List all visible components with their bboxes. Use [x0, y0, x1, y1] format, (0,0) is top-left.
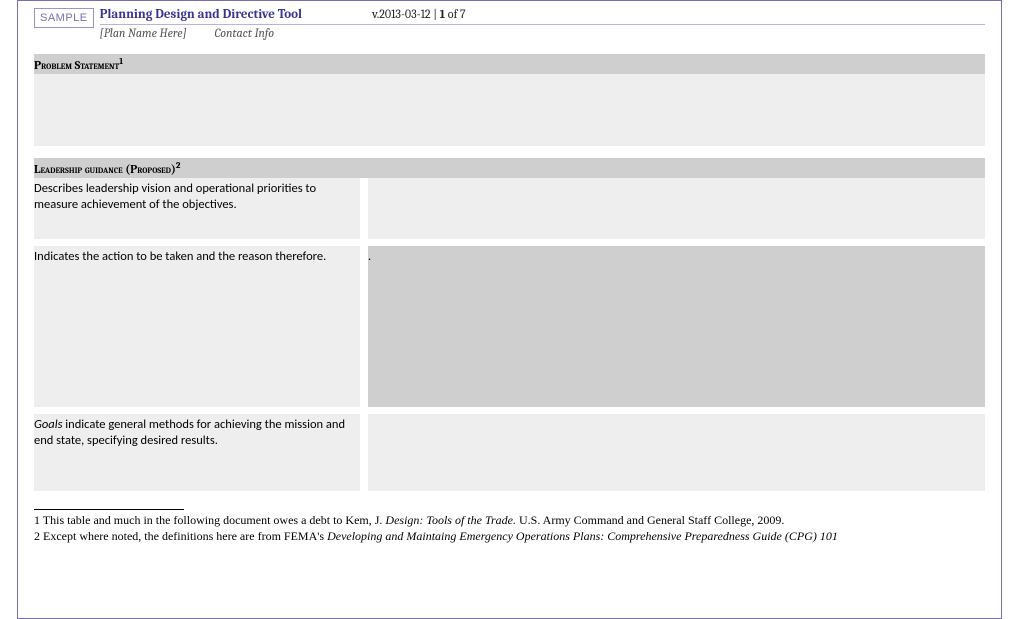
- page-of: of: [445, 7, 460, 21]
- sample-badge: SAMPLE: [34, 8, 94, 28]
- plan-name-placeholder: [Plan Name Here]: [100, 26, 187, 40]
- sep: |: [431, 7, 440, 21]
- contact-info-placeholder: Contact Info: [215, 26, 275, 40]
- page-total: 7: [460, 7, 466, 21]
- problem-statement-section: Problem Statement1: [34, 54, 985, 146]
- goals-rest: indicate general methods for achieving t…: [34, 417, 345, 448]
- lg-row1-left: Describes leadership vision and operatio…: [34, 178, 360, 239]
- spacer: [34, 491, 985, 507]
- page-border: SAMPLE Planning Design and Directive Too…: [17, 0, 1002, 619]
- fn2-num: 2: [34, 529, 43, 543]
- goals-bold: Goals: [34, 417, 62, 432]
- fn1-b: U.S. Army Command and General Staff Coll…: [516, 513, 784, 527]
- heading-sup: 1: [119, 57, 123, 67]
- header-lines: Planning Design and Directive Tool v.201…: [100, 7, 985, 40]
- row-gap: [34, 407, 985, 414]
- document-title: Planning Design and Directive Tool: [100, 7, 302, 22]
- problem-statement-body: [34, 74, 985, 146]
- gap: [360, 246, 368, 407]
- lg-row3-right: [368, 414, 985, 491]
- fn1-num: 1: [34, 513, 43, 527]
- footnote-2: 2 Except where noted, the definitions he…: [34, 528, 985, 544]
- fn1-ital: Design: Tools of the Trade.: [385, 513, 516, 527]
- version: 2013-03-12: [379, 7, 430, 21]
- leadership-guidance-section: Leadership guidance (Proposed)2 Describe…: [34, 158, 985, 491]
- heading-sup: 2: [176, 161, 181, 171]
- row-gap: [34, 239, 985, 246]
- fn2-a: Except where noted, the definitions here…: [43, 529, 327, 543]
- footnote-1: 1 This table and much in the following d…: [34, 512, 985, 528]
- lg-row2-right: .: [368, 246, 985, 407]
- version-and-page: v.2013-03-12 | 1 of 7: [372, 7, 466, 21]
- document-header: SAMPLE Planning Design and Directive Too…: [34, 7, 985, 40]
- heading-text: Problem Statement: [34, 58, 119, 72]
- leadership-guidance-heading: Leadership guidance (Proposed)2: [34, 158, 985, 178]
- lg-row2-left: Indicates the action to be taken and the…: [34, 246, 360, 407]
- lg-row1-right: [368, 178, 985, 239]
- spacer: [34, 146, 985, 158]
- fn2-ital: Developing and Maintaing Emergency Opera…: [327, 529, 838, 543]
- gap: [360, 414, 368, 491]
- fn1-a: This table and much in the following doc…: [43, 513, 386, 527]
- heading-text: Leadership guidance (Proposed): [34, 162, 176, 176]
- lg-row3-left: Goals indicate general methods for achie…: [34, 414, 360, 491]
- header-line-1: Planning Design and Directive Tool v.201…: [100, 7, 985, 25]
- problem-statement-heading: Problem Statement1: [34, 54, 985, 74]
- header-line-2: [Plan Name Here] Contact Info: [100, 25, 985, 40]
- footnote-rule: [34, 509, 184, 510]
- footnotes: 1 This table and much in the following d…: [34, 507, 985, 544]
- gap: [360, 178, 368, 239]
